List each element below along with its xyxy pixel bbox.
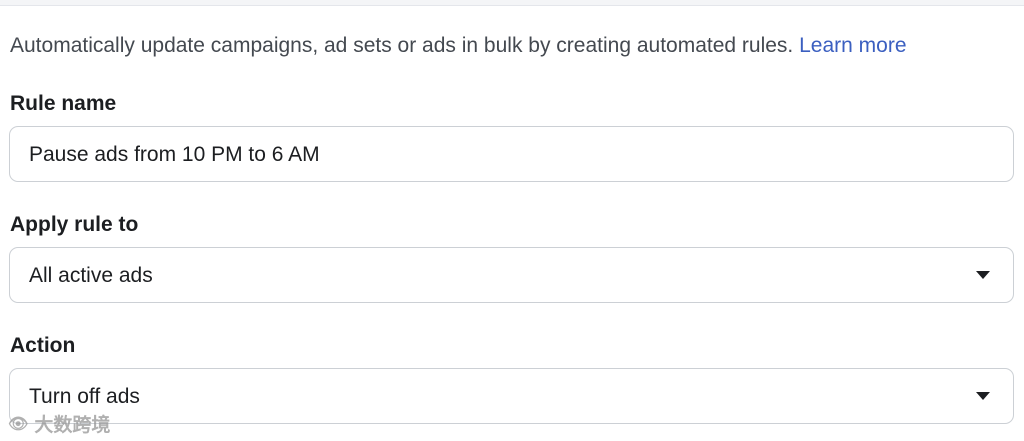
intro-description: Automatically update campaigns, ad sets … <box>10 34 794 57</box>
dropdown-caret-icon <box>976 392 990 400</box>
action-label: Action <box>10 334 76 357</box>
rule-name-label: Rule name <box>10 92 117 115</box>
action-select[interactable]: Turn off ads <box>9 368 1014 424</box>
rule-name-value: Pause ads from 10 PM to 6 AM <box>29 143 320 166</box>
automated-rule-form: Automatically update campaigns, ad sets … <box>0 0 1024 441</box>
apply-rule-to-select[interactable]: All active ads <box>9 247 1014 303</box>
apply-rule-to-label: Apply rule to <box>10 213 139 236</box>
top-divider <box>0 0 1024 6</box>
rule-name-input[interactable]: Pause ads from 10 PM to 6 AM <box>9 126 1014 182</box>
dropdown-caret-icon <box>976 271 990 279</box>
apply-rule-to-value: All active ads <box>29 264 153 287</box>
watermark-text: 大数跨境 <box>34 415 111 436</box>
intro-text: Automatically update campaigns, ad sets … <box>10 33 907 59</box>
watermark-logo-icon: 👁 <box>8 415 29 433</box>
learn-more-link[interactable]: Learn more <box>799 34 906 57</box>
watermark: 👁 大数跨境 <box>8 410 110 437</box>
action-value: Turn off ads <box>29 385 140 408</box>
